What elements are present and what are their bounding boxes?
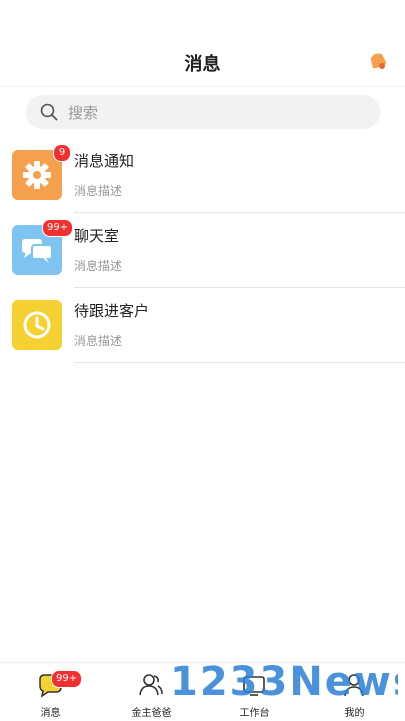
watermark-logo: 1233News	[170, 659, 398, 703]
item-description: 消息描述	[74, 334, 123, 348]
tab-label: 消息	[40, 708, 61, 719]
tab-label: 我的	[344, 708, 365, 719]
item-title: 聊天室	[74, 227, 120, 245]
item-description: 消息描述	[74, 259, 123, 273]
search-icon	[40, 103, 58, 121]
notification-bell-icon[interactable]	[368, 51, 388, 71]
message-list: 9 消息通知 消息描述 99+ 聊天室 消息描述 待跟进客户 消息描述	[0, 138, 405, 363]
unread-badge: 99+	[51, 670, 83, 688]
unread-badge: 9	[53, 144, 71, 162]
tab-label: 工作台	[239, 708, 270, 719]
search-input[interactable]	[66, 99, 370, 127]
svg-text:1233News: 1233News	[170, 659, 398, 703]
tab-messages[interactable]: 99+ 消息	[10, 663, 91, 721]
clock-icon	[12, 300, 62, 350]
search-bar[interactable]	[26, 95, 380, 129]
top-header: 消息	[0, 0, 405, 87]
item-title: 待跟进客户	[74, 302, 150, 320]
item-description: 消息描述	[74, 184, 123, 198]
users-icon	[139, 674, 163, 696]
list-item-chatroom[interactable]: 99+ 聊天室 消息描述	[0, 213, 405, 288]
item-title: 消息通知	[74, 152, 135, 170]
divider	[74, 362, 405, 363]
tab-label: 金主爸爸	[131, 708, 172, 719]
list-item-notifications[interactable]: 9 消息通知 消息描述	[0, 138, 405, 213]
list-item-follow-up-customers[interactable]: 待跟进客户 消息描述	[0, 288, 405, 363]
page-title: 消息	[184, 54, 221, 75]
unread-badge: 99+	[42, 219, 74, 237]
